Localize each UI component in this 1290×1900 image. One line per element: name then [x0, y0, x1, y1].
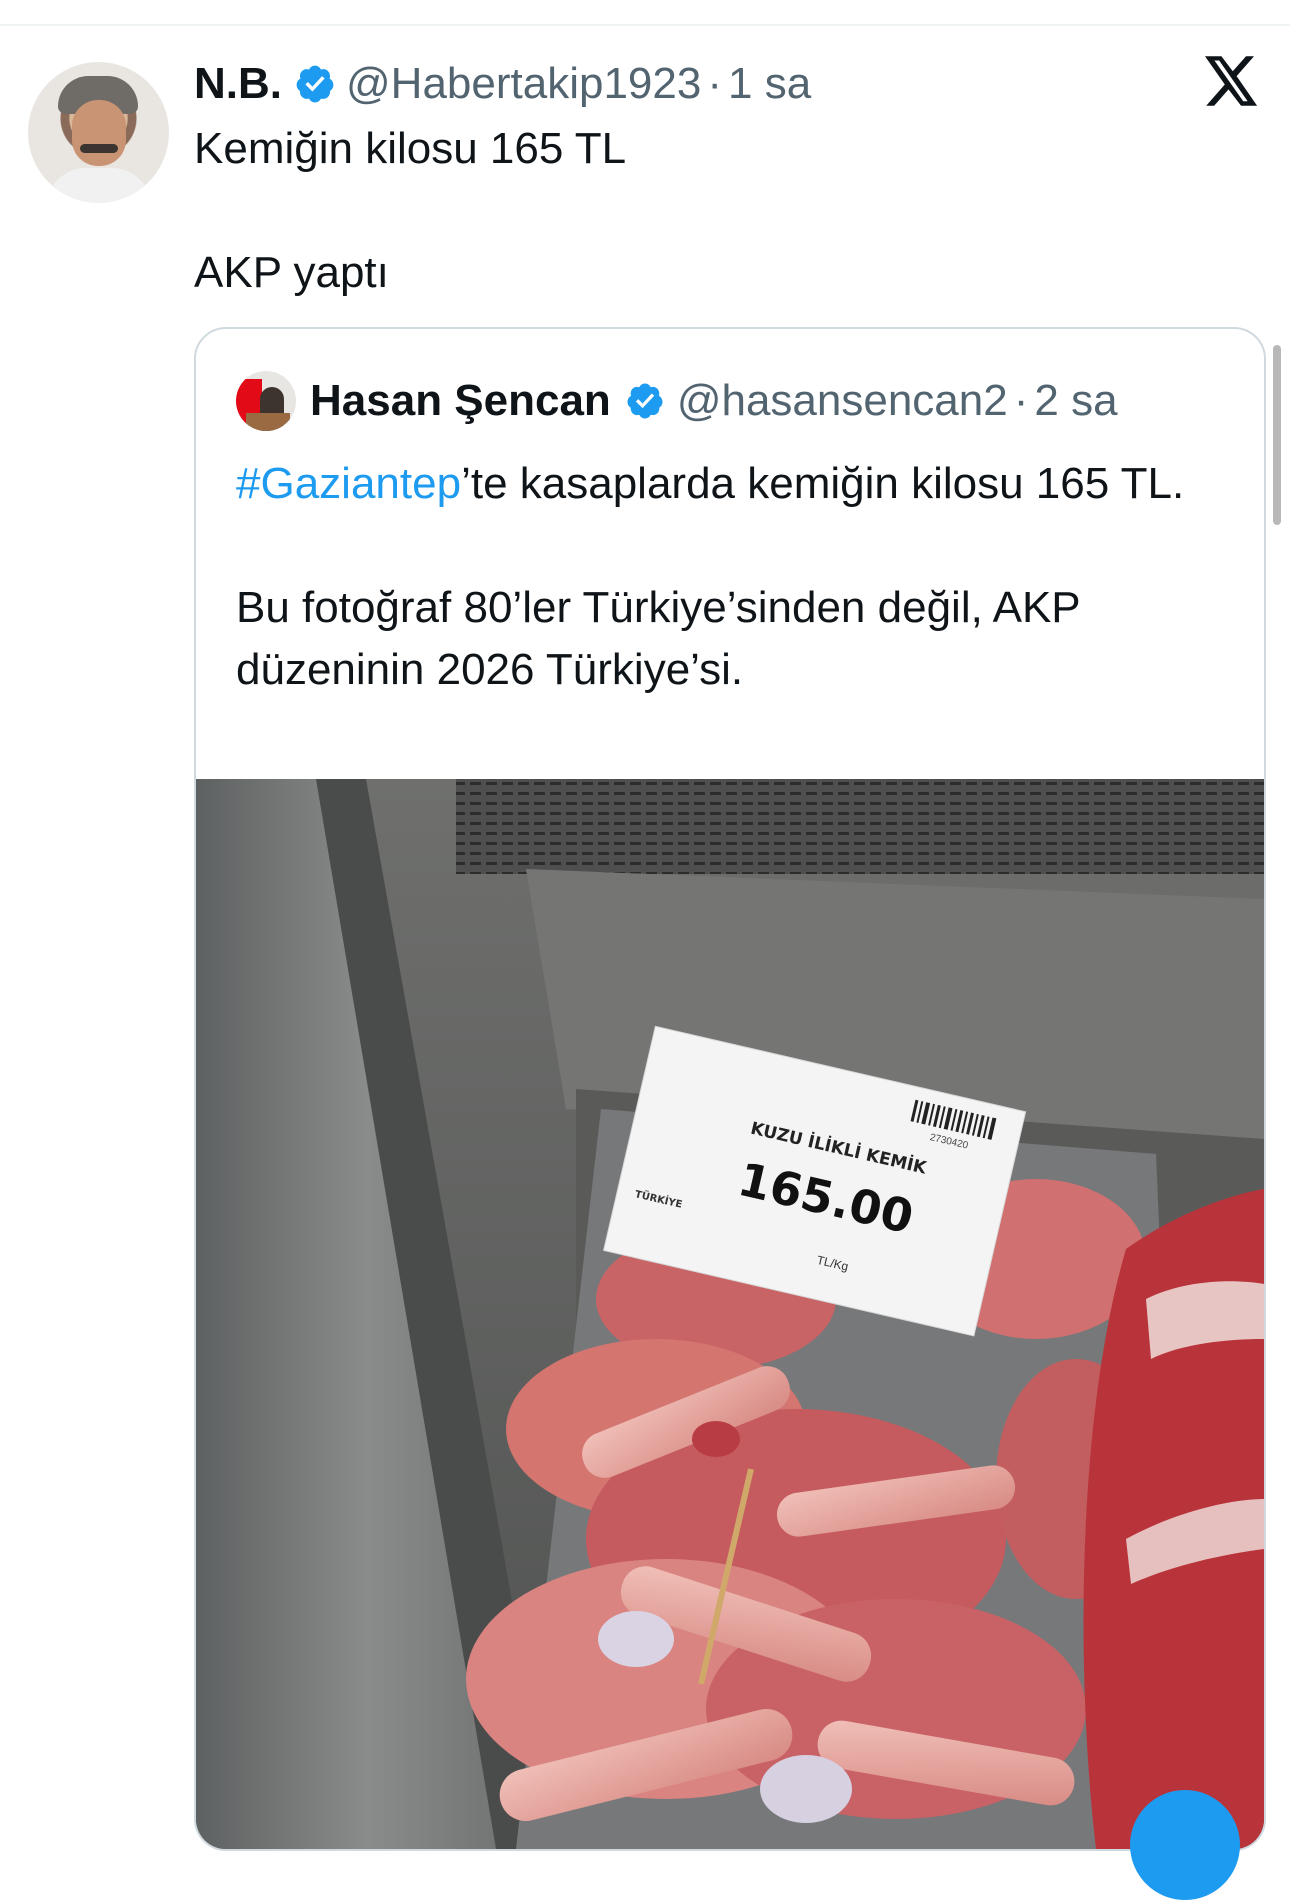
quoted-tweet-time[interactable]: 2 sa: [1034, 376, 1117, 426]
quoted-author-name[interactable]: Hasan Şencan: [310, 376, 611, 426]
tweet-text-line: AKP yaptı: [194, 248, 389, 297]
butcher-display-photo: 2730420 KUZU İLİKLİ KEMİK 165.00 TÜRKİYE…: [196, 779, 1264, 1849]
hashtag-link[interactable]: #Gaziantep: [236, 459, 461, 508]
quoted-author-row: Hasan Şencan @hasansencan2 · 2 sa: [310, 371, 1118, 431]
meta-separator: ·: [1013, 376, 1029, 425]
quoted-author-handle[interactable]: @hasansencan2: [677, 376, 1008, 426]
author-row: N.B. @Habertakip1923 · 1 sa: [194, 56, 811, 112]
compose-fab-button[interactable]: [1130, 1790, 1240, 1900]
quoted-text-part: ’te kasaplarda kemiğin kilosu 165 TL.: [461, 459, 1185, 508]
scrollbar[interactable]: [1273, 345, 1281, 525]
quoted-tweet-photo[interactable]: 2730420 KUZU İLİKLİ KEMİK 165.00 TÜRKİYE…: [196, 779, 1264, 1849]
verified-badge-icon: [296, 65, 334, 103]
author-avatar[interactable]: [28, 62, 169, 203]
top-divider: [0, 24, 1290, 26]
author-handle[interactable]: @Habertakip1923: [346, 59, 701, 109]
x-logo-icon[interactable]: [1205, 56, 1259, 106]
quoted-tweet-text: #Gaziantep’te kasaplarda kemiğin kilosu …: [236, 453, 1236, 701]
verified-badge-icon: [627, 383, 663, 419]
quoted-tweet-card[interactable]: Hasan Şencan @hasansencan2 · 2 sa #Gazia…: [194, 327, 1266, 1851]
tweet-text: Kemiğin kilosu 165 TL AKP yaptı: [194, 118, 1254, 304]
tweet-text-line: Kemiğin kilosu 165 TL: [194, 124, 627, 173]
tweet-time[interactable]: 1 sa: [728, 59, 811, 109]
author-name[interactable]: N.B.: [194, 59, 282, 109]
quoted-text-para2: Bu fotoğraf 80’ler Türkiye’sinden değil,…: [236, 583, 1080, 694]
meta-separator: ·: [707, 59, 722, 108]
quoted-text-para1: #Gaziantep’te kasaplarda kemiğin kilosu …: [236, 453, 1236, 515]
quoted-author-avatar[interactable]: [236, 371, 296, 431]
